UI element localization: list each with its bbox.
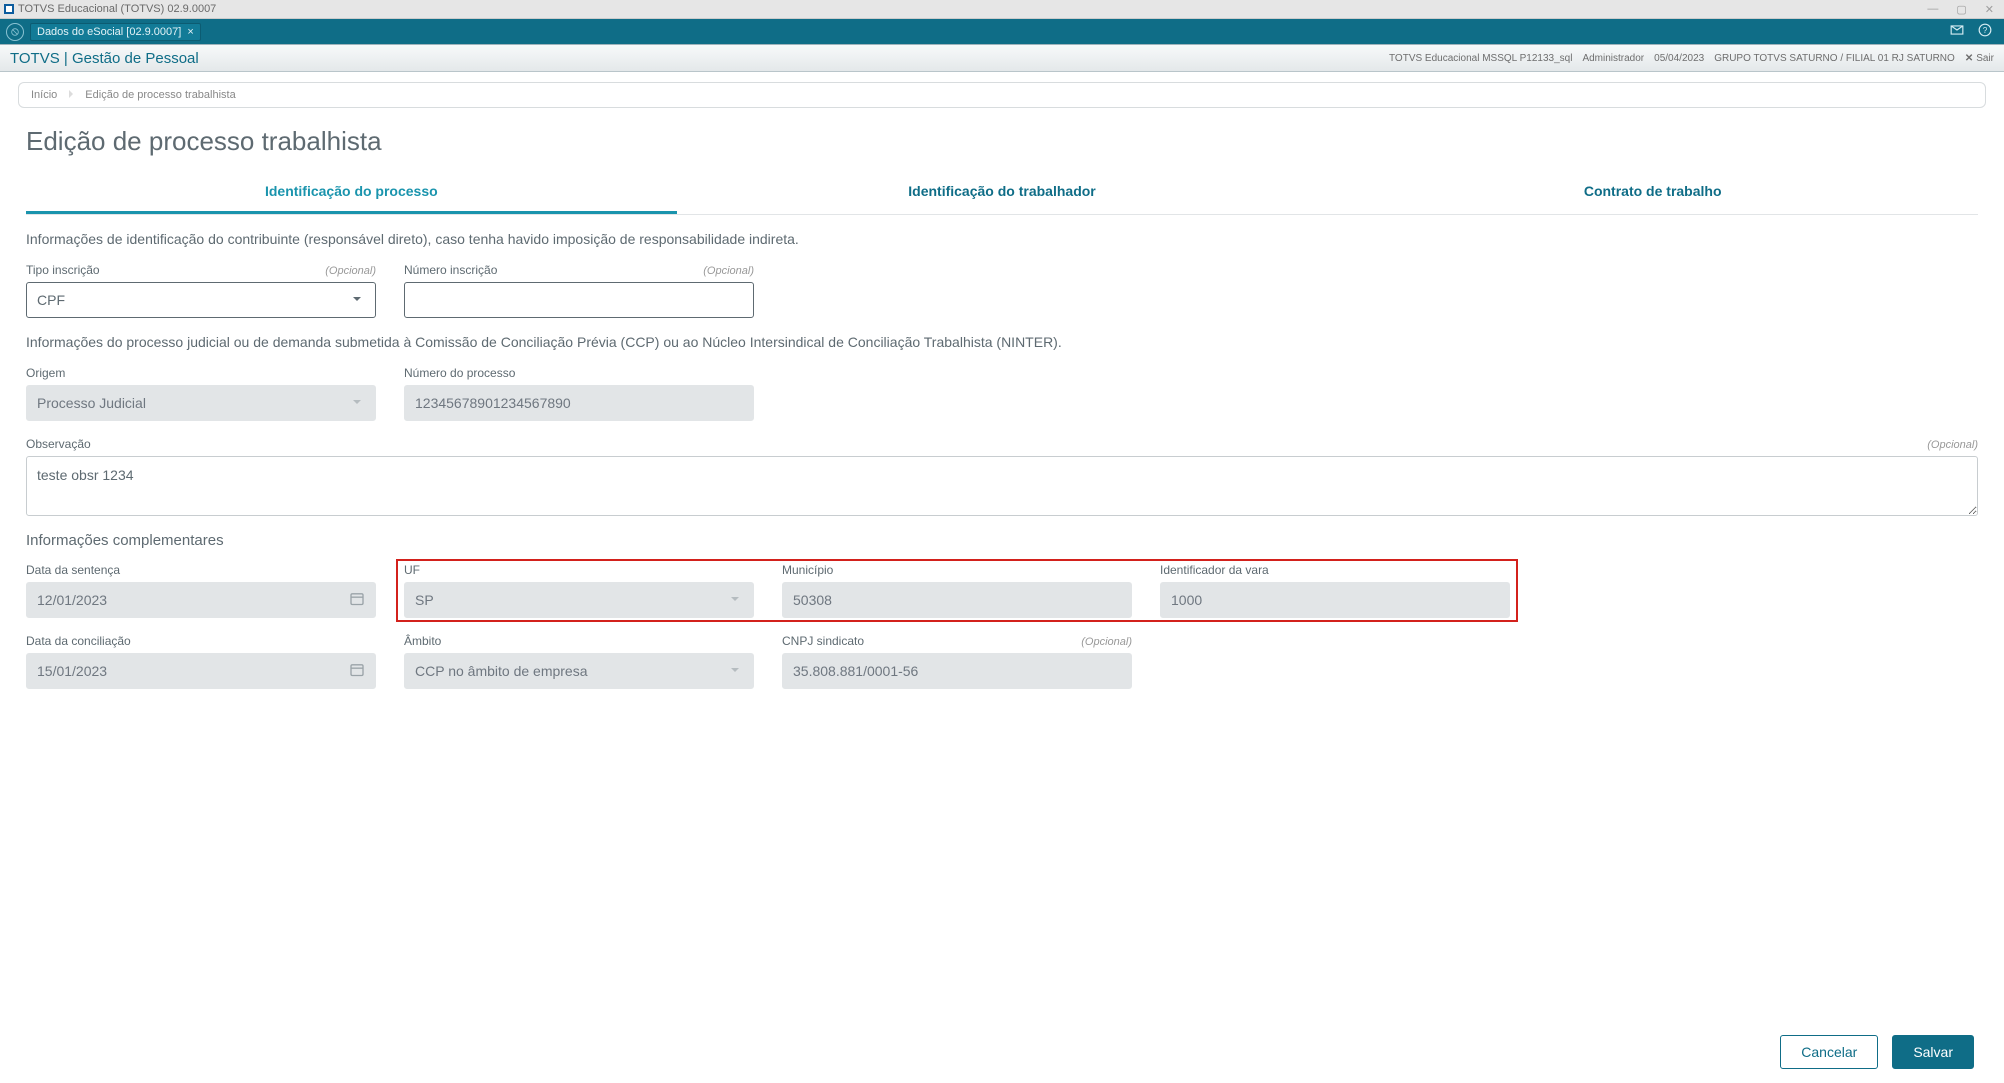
tab-identificacao-processo[interactable]: Identificação do processo: [26, 171, 677, 214]
product-name: TOTVS | Gestão de Pessoal: [10, 50, 199, 67]
chevron-down-icon: [727, 591, 743, 610]
app-tab[interactable]: Dados do eSocial [02.9.0007] ×: [30, 23, 201, 41]
cnpj-input: 35.808.881/0001-56: [782, 653, 1132, 689]
data-conciliacao-label: Data da conciliação: [26, 634, 131, 648]
intro-text-2: Informações do processo judicial ou de d…: [26, 334, 1978, 350]
tab-identificacao-trabalhador[interactable]: Identificação do trabalhador: [677, 171, 1328, 214]
municipio-input: 50308: [782, 582, 1132, 618]
breadcrumb-home[interactable]: Início: [31, 89, 57, 101]
form-tabs: Identificação do processo Identificação …: [26, 171, 1978, 215]
product-header: TOTVS | Gestão de Pessoal TOTVS Educacio…: [0, 44, 2004, 72]
env-label: TOTVS Educacional MSSQL P12133_sql: [1389, 53, 1572, 64]
close-button[interactable]: ✕: [1985, 3, 1994, 16]
data-sentenca-label: Data da sentença: [26, 563, 120, 577]
data-conciliacao-input: 15/01/2023: [26, 653, 376, 689]
tab-contrato-trabalho[interactable]: Contrato de trabalho: [1327, 171, 1978, 214]
observacao-optional: (Opcional): [1927, 439, 1978, 451]
window-titlebar: TOTVS Educacional (TOTVS) 02.9.0007 — ▢ …: [0, 0, 2004, 19]
group-label: GRUPO TOTVS SATURNO / FILIAL 01 RJ SATUR…: [1714, 53, 1955, 64]
minimize-button[interactable]: —: [1927, 3, 1938, 16]
origem-select: Processo Judicial: [26, 385, 376, 421]
ambito-label: Âmbito: [404, 634, 441, 648]
date-label: 05/04/2023: [1654, 53, 1704, 64]
vara-input: 1000: [1160, 582, 1510, 618]
chevron-down-icon: [349, 291, 365, 310]
save-button[interactable]: Salvar: [1892, 1035, 1974, 1069]
municipio-value: 50308: [793, 592, 832, 608]
data-sentenca-value: 12/01/2023: [37, 592, 107, 608]
window-controls: — ▢ ✕: [1927, 3, 2000, 16]
vara-value: 1000: [1171, 592, 1202, 608]
data-sentenca-input: 12/01/2023: [26, 582, 376, 618]
breadcrumb-sep-icon: [65, 89, 77, 101]
ambito-value: CCP no âmbito de empresa: [415, 663, 588, 679]
chevron-down-icon: [727, 662, 743, 681]
numero-inscricao-input[interactable]: [404, 282, 754, 318]
calendar-icon: [349, 662, 365, 681]
numero-inscricao-label: Número inscrição: [404, 263, 497, 277]
uf-label: UF: [404, 563, 420, 577]
logout-x-icon: ✕: [1965, 53, 1973, 64]
logout-label: Sair: [1976, 53, 1994, 64]
user-label: Administrador: [1582, 53, 1644, 64]
numero-processo-value: 12345678901234567890: [415, 395, 571, 411]
origem-label: Origem: [26, 366, 65, 380]
breadcrumb: Início Edição de processo trabalhista: [18, 82, 1986, 108]
tab-close-icon[interactable]: ×: [187, 26, 193, 38]
help-icon[interactable]: ?: [1978, 23, 1992, 40]
cnpj-label: CNPJ sindicato: [782, 634, 864, 648]
cnpj-value: 35.808.881/0001-56: [793, 663, 918, 679]
app-tab-label: Dados do eSocial [02.9.0007]: [37, 26, 181, 38]
cnpj-optional: (Opcional): [1081, 636, 1132, 648]
back-circle-icon[interactable]: [6, 23, 24, 41]
tipo-inscricao-value: CPF: [37, 292, 65, 308]
logout-link[interactable]: ✕ Sair: [1965, 53, 1994, 64]
svg-text:?: ?: [1983, 26, 1988, 35]
app-icon: [4, 4, 14, 14]
origem-value: Processo Judicial: [37, 395, 146, 411]
intro-text-1: Informações de identificação do contribu…: [26, 231, 1978, 247]
cancel-button[interactable]: Cancelar: [1780, 1035, 1878, 1069]
breadcrumb-current: Edição de processo trabalhista: [85, 89, 235, 101]
numero-inscricao-optional: (Opcional): [703, 265, 754, 277]
app-tabbar: Dados do eSocial [02.9.0007] × ?: [0, 19, 2004, 44]
uf-select: SP: [404, 582, 754, 618]
calendar-icon: [349, 591, 365, 610]
window-title: TOTVS Educacional (TOTVS) 02.9.0007: [18, 3, 216, 15]
vara-label: Identificador da vara: [1160, 563, 1269, 577]
tipo-inscricao-label: Tipo inscrição: [26, 263, 100, 277]
tipo-inscricao-optional: (Opcional): [325, 265, 376, 277]
observacao-label: Observação: [26, 437, 91, 451]
observacao-textarea[interactable]: [26, 456, 1978, 516]
chevron-down-icon: [349, 394, 365, 413]
ambito-select: CCP no âmbito de empresa: [404, 653, 754, 689]
data-conciliacao-value: 15/01/2023: [37, 663, 107, 679]
mail-icon[interactable]: [1950, 23, 1964, 40]
tipo-inscricao-select[interactable]: CPF: [26, 282, 376, 318]
uf-value: SP: [415, 592, 434, 608]
page-title: Edição de processo trabalhista: [0, 118, 2004, 171]
numero-processo-label: Número do processo: [404, 366, 515, 380]
maximize-button[interactable]: ▢: [1956, 3, 1966, 16]
municipio-label: Município: [782, 563, 833, 577]
complementares-heading: Informações complementares: [26, 532, 1978, 549]
numero-processo-input: 12345678901234567890: [404, 385, 754, 421]
